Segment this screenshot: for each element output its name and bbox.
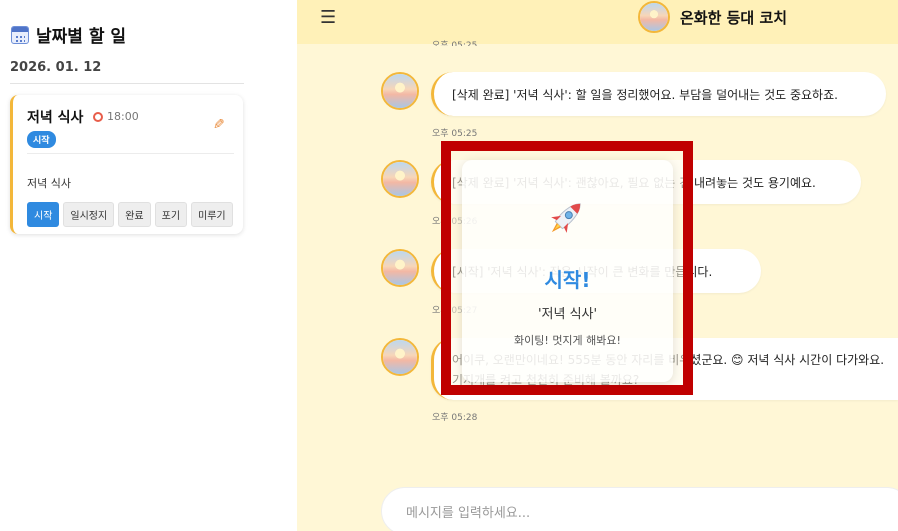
alarm-clock-icon [93,111,103,122]
give-up-button[interactable]: 포기 [154,202,188,227]
chat-title: 온화한 등대 코치 [680,9,788,27]
start-button[interactable]: 시작 [27,202,60,227]
start-popup[interactable]: 시작! '저녁 식사' 화이팅! 멋지게 해봐요! [462,160,673,382]
avatar [381,72,419,110]
todo-divider [27,153,234,154]
status-badge: 시작 [27,131,56,148]
todo-title: 저녁 식사 [27,110,84,126]
hamburger-menu-icon[interactable]: ☰ [320,7,336,28]
popup-task-name: '저녁 식사' [537,307,598,322]
avatar [381,160,419,198]
postpone-button[interactable]: 미루기 [191,202,233,227]
todo-actions: 시작 일시정지 완료 포기 미루기 [27,202,233,227]
message-time: 오후 05:25 [432,129,478,139]
chat-message: [삭제 완료] '저녁 식사': 할 일을 정리했어요. 부담을 덜어내는 것도… [431,72,886,116]
coach-avatar [638,1,670,33]
todo-time: 18:00 [93,110,139,123]
popup-message: 화이팅! 멋지게 해봐요! [514,334,621,347]
sidebar-title: 날짜별 할 일 [11,22,126,47]
pause-button[interactable]: 일시정지 [63,202,115,227]
message-time: 오후 05:28 [432,413,478,423]
message-time: 오후 05:25 [432,41,478,46]
todo-card[interactable]: 저녁 식사 18:00 시작 ✎ 저녁 식사 시작 일시정지 완료 포기 미루기 [10,95,243,234]
pencil-icon[interactable]: ✎ [213,117,225,133]
todo-time-text: 18:00 [107,110,139,123]
sidebar-divider [10,83,244,84]
popup-title: 시작! [544,268,591,292]
calendar-icon [11,25,29,44]
sidebar-title-text: 날짜별 할 일 [36,27,127,47]
chat-header: ☰ 온화한 등대 코치 [297,0,898,44]
todo-description: 저녁 식사 [27,177,71,190]
complete-button[interactable]: 완료 [118,202,151,227]
avatar [381,338,419,376]
message-input[interactable]: 메시지를 입력하세요... [381,487,898,531]
rocket-icon [551,203,581,233]
avatar [381,249,419,287]
selected-date: 2026. 01. 12 [10,60,102,75]
sidebar: 날짜별 할 일 2026. 01. 12 저녁 식사 18:00 시작 ✎ 저녁… [0,0,297,531]
